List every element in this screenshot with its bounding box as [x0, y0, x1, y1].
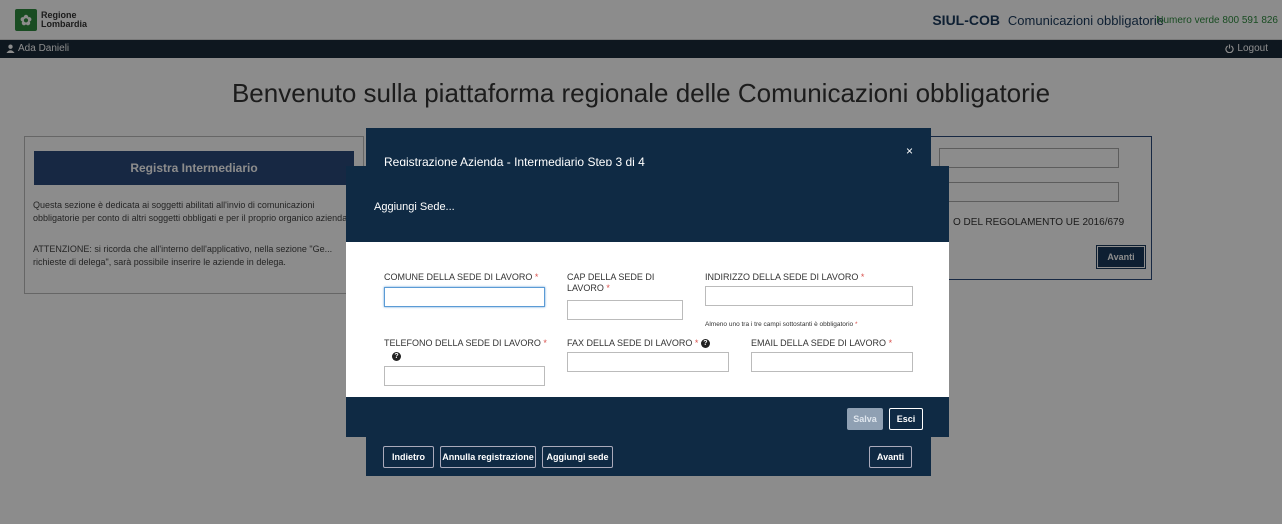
indirizzo-label: INDIRIZZO DELLA SEDE DI LAVORO * — [705, 272, 865, 282]
add-site-modal: Aggiungi Sede... COMUNE DELLA SEDE DI LA… — [346, 166, 949, 437]
fax-label: FAX DELLA SEDE DI LAVORO * ? — [567, 338, 710, 349]
next-button[interactable]: Avanti — [869, 446, 912, 468]
comune-input[interactable] — [384, 287, 545, 307]
add-site-title: Aggiungi Sede... — [374, 201, 455, 213]
fax-input[interactable] — [567, 352, 729, 372]
indirizzo-input[interactable] — [705, 286, 913, 306]
required-mark: * — [534, 272, 539, 282]
required-mark: * — [888, 338, 893, 348]
telefono-input[interactable] — [384, 366, 545, 386]
cap-input[interactable] — [567, 300, 683, 320]
info-icon[interactable]: ? — [392, 352, 401, 361]
add-site-form: COMUNE DELLA SEDE DI LAVORO * CAP DELLA … — [346, 242, 949, 397]
required-mark: * — [606, 283, 610, 293]
info-icon[interactable]: ? — [700, 339, 710, 349]
save-button[interactable]: Salva — [847, 408, 883, 430]
required-mark: * — [543, 338, 547, 348]
back-button[interactable]: Indietro — [383, 446, 434, 468]
exit-button[interactable]: Esci — [889, 408, 923, 430]
cancel-registration-button[interactable]: Annulla registrazione — [440, 446, 536, 468]
required-mark: * — [694, 338, 699, 348]
required-note: Almeno uno tra i tre campi sottostanti è… — [705, 321, 858, 328]
required-mark: * — [860, 272, 865, 282]
email-input[interactable] — [751, 352, 913, 372]
close-icon[interactable]: × — [906, 144, 913, 158]
cap-label: CAP DELLA SEDE DI LAVORO * — [567, 272, 655, 293]
email-label: EMAIL DELLA SEDE DI LAVORO * — [751, 338, 893, 348]
add-site-button[interactable]: Aggiungi sede — [542, 446, 613, 468]
comune-label: COMUNE DELLA SEDE DI LAVORO * — [384, 272, 539, 282]
telefono-label: TELEFONO DELLA SEDE DI LAVORO * — [384, 338, 547, 348]
